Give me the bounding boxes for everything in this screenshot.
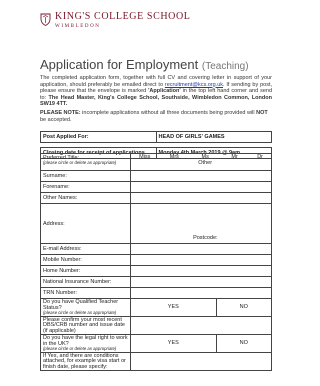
surname-field[interactable] [130,170,272,182]
honorific-mrs[interactable]: Mrs [170,154,179,166]
qts-note: (please circle or delete as appropriate) [43,310,117,315]
qts-no-option[interactable]: NO [215,298,273,317]
table-row: If Yes, and there are conditions attache… [39,351,272,372]
postcode-field[interactable]: Postcode: [130,233,272,244]
forename-field[interactable] [130,181,272,193]
note-not: NOT [256,110,268,116]
post-applied-value[interactable]: HEAD OF GIRLS' GAMES [155,131,272,143]
table-row: Other Names: [39,192,272,204]
honorific-dr[interactable]: Dr [257,154,263,166]
address-field[interactable] [130,203,272,233]
dbs-question: Please confirm your most recent DBS/CRB … [39,315,132,336]
table-row: TRN Number: [39,287,272,299]
right-to-work-question: Do you have the legal right to work in t… [43,335,128,347]
table-row: Address: [39,203,272,244]
table-row: Surname: [39,170,272,182]
ni-number-label: National Insurance Number: [39,276,132,288]
right-to-work-note: (please circle or delete as appropriate) [43,346,117,352]
table-row: Forename: [39,181,272,193]
other-names-label: Other Names: [39,192,132,204]
right-to-work-yes-option[interactable]: YES [130,334,217,353]
form-title: Application for Employment [40,57,199,72]
qts-question: Do you have Qualified Teacher Status? [43,299,119,311]
postcode-label: Postcode: [193,235,218,241]
preferred-title-cell: Preferred Title: (please circle or delet… [39,153,132,171]
address-label: Address: [39,203,132,244]
note-paragraph: PLEASE NOTE: incomplete applications wit… [40,110,272,123]
honorific-mr[interactable]: Mr [231,154,237,166]
dbs-field[interactable] [130,315,272,336]
mobile-label: Mobile Number: [39,254,132,266]
recruitment-email-link[interactable]: recruitment@kcs.org.uk [165,82,223,88]
form-title-sub: (Teaching) [201,61,249,72]
honorific-miss[interactable]: Miss [139,154,150,166]
note-text-1: incomplete applications without all thre… [80,110,257,116]
ni-number-field[interactable] [130,276,272,288]
note-label: PLEASE NOTE: [40,110,81,116]
application-form-page: KING'S COLLEGE SCHOOL WIMBLEDON Applicat… [0,0,298,386]
honorific-other[interactable]: Other [198,160,212,166]
preferred-title-note: (please circle or delete as appropriate) [43,160,117,165]
trn-number-field[interactable] [130,287,272,299]
qts-yes-option[interactable]: YES [130,298,217,317]
conditions-question: If Yes, and there are conditions attache… [39,351,132,372]
page-title: Application for Employment (Teaching) [40,57,249,72]
trn-number-label: TRN Number: [39,287,132,299]
intro-marked: 'Application' [148,88,181,95]
other-names-field[interactable] [130,192,272,204]
conditions-field[interactable] [130,351,272,372]
personal-details-table: Preferred Title: (please circle or delet… [39,153,273,372]
right-to-work-no-option[interactable]: NO [215,334,273,353]
email-label: E-mail Address: [39,243,132,255]
school-location: WIMBLEDON [55,24,101,29]
intro-paragraph: The completed application form, together… [40,75,272,108]
table-row: Please confirm your most recent DBS/CRB … [39,315,272,336]
table-row: Home Number: [39,265,272,277]
school-crest-icon [40,13,51,26]
table-row: Mobile Number: [39,254,272,266]
honorific-ms[interactable]: Ms Other [198,154,212,166]
school-logo: KING'S COLLEGE SCHOOL WIMBLEDON [40,12,191,29]
table-row: Preferred Title: (please circle or delet… [39,153,272,171]
surname-label: Surname: [39,170,132,182]
email-field[interactable] [130,243,272,255]
table-row: Do you have the legal right to work in t… [39,334,273,353]
qts-question-cell: Do you have Qualified Teacher Status? (p… [39,298,132,317]
post-applied-label: Post Applied For: [40,131,157,143]
home-number-label: Home Number: [39,265,132,277]
intro-address: The Head Master, King's College School, … [40,94,272,108]
table-row: National Insurance Number: [39,276,272,288]
right-to-work-cell: Do you have the legal right to work in t… [39,334,132,353]
forename-label: Forename: [39,181,132,193]
table-row: E-mail Address: [39,243,272,255]
table-row: Do you have Qualified Teacher Status? (p… [39,298,273,317]
school-name: KING'S COLLEGE SCHOOL [55,11,191,22]
home-number-field[interactable] [130,265,272,277]
note-text-2: be accepted. [40,116,72,123]
mobile-field[interactable] [130,254,272,266]
table-row: Post Applied For: HEAD OF GIRLS' GAMES [40,131,272,143]
honorific-options[interactable]: Miss Mrs Ms Other Mr Dr [130,153,272,171]
